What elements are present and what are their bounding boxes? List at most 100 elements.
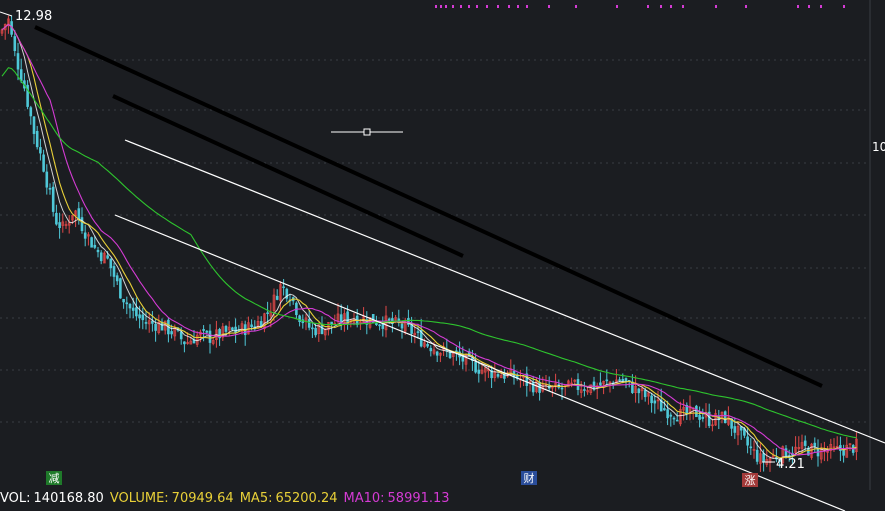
top-signal-dot-11 bbox=[526, 5, 528, 8]
top-signal-dot-8 bbox=[497, 5, 499, 8]
candle-body-41 bbox=[131, 307, 135, 311]
event-marker-label-1: 财 bbox=[524, 471, 535, 485]
candle-body-118 bbox=[378, 324, 381, 327]
candle-body-108 bbox=[346, 311, 349, 324]
candle-body-70 bbox=[224, 326, 228, 332]
candle-body-210 bbox=[672, 417, 676, 420]
candle-body-119 bbox=[381, 324, 385, 329]
candle-body-254 bbox=[813, 442, 817, 447]
candle-body-185 bbox=[592, 381, 596, 390]
candle-body-211 bbox=[675, 419, 679, 422]
price-low-label: 4.21 bbox=[776, 457, 805, 472]
candlestick-chart[interactable]: 12.98 4.21 10 减财涨 bbox=[0, 0, 885, 511]
candle-body-72 bbox=[231, 327, 234, 330]
candle-body-219 bbox=[701, 416, 705, 419]
candle-body-149 bbox=[477, 369, 481, 374]
candle-body-238 bbox=[762, 453, 765, 463]
candle-body-233 bbox=[746, 436, 749, 446]
candle-body-226 bbox=[723, 411, 727, 424]
top-signal-dot-16 bbox=[660, 5, 662, 8]
candle-body-57 bbox=[183, 341, 186, 345]
candle-body-88 bbox=[282, 286, 285, 289]
candle-body-33 bbox=[106, 255, 109, 259]
channel-upper-line bbox=[124, 139, 885, 444]
candle-body-45 bbox=[144, 322, 148, 324]
candle-body-100 bbox=[320, 324, 324, 334]
candle-body-195 bbox=[624, 378, 628, 382]
crosshair-handle bbox=[363, 128, 371, 136]
ma5-value: 65200.24 bbox=[275, 490, 338, 506]
candle-body-16 bbox=[51, 186, 55, 212]
candle-body-217 bbox=[695, 405, 698, 418]
candle-body-204 bbox=[653, 400, 657, 404]
price-high-pointer bbox=[0, 11, 13, 17]
candle-body-34 bbox=[109, 258, 113, 269]
ma10-value: 58991.13 bbox=[387, 490, 450, 506]
candle-body-199 bbox=[637, 388, 641, 394]
vol-value: 140168.80 bbox=[33, 490, 104, 506]
candle-body-197 bbox=[631, 381, 634, 393]
candle-body-5 bbox=[16, 53, 20, 70]
candle-body-44 bbox=[141, 314, 145, 321]
candle-body-234 bbox=[749, 446, 753, 449]
top-signal-dot-5 bbox=[468, 5, 470, 8]
candle-body-26 bbox=[83, 232, 87, 239]
candle-body-11 bbox=[35, 130, 39, 148]
indicator-bar: VOL: 140168.80 VOLUME: 70949.64 MA5: 652… bbox=[0, 485, 885, 511]
ma5-label: MA5: bbox=[239, 490, 273, 506]
candle-body-133 bbox=[426, 343, 429, 347]
candle-body-9 bbox=[29, 107, 33, 117]
top-signal-dot-21 bbox=[797, 5, 799, 8]
candle-body-31 bbox=[99, 252, 103, 262]
candle-body-35 bbox=[112, 266, 116, 277]
top-signal-dot-14 bbox=[616, 5, 618, 8]
candle-body-136 bbox=[435, 351, 439, 356]
candle-body-18 bbox=[58, 222, 61, 229]
candle-body-39 bbox=[125, 302, 129, 305]
top-signal-dot-4 bbox=[460, 5, 462, 8]
top-signal-dot-7 bbox=[486, 5, 488, 8]
candle-body-83 bbox=[266, 312, 269, 315]
candle-body-194 bbox=[621, 378, 625, 382]
trendline-long bbox=[34, 25, 823, 388]
top-signal-dot-23 bbox=[820, 5, 822, 8]
candle-body-17 bbox=[55, 212, 58, 225]
candle-body-125 bbox=[400, 323, 404, 329]
candle-body-193 bbox=[618, 379, 621, 381]
price-high-label: 12.98 bbox=[15, 9, 52, 24]
candle-body-106 bbox=[339, 314, 343, 323]
candle-body-218 bbox=[698, 414, 701, 420]
candle-body-229 bbox=[733, 426, 737, 433]
candle-body-209 bbox=[669, 414, 673, 417]
candle-body-208 bbox=[666, 409, 669, 419]
candle-body-203 bbox=[650, 395, 653, 404]
ma-green-line bbox=[1, 67, 857, 439]
volume-value: 70949.64 bbox=[171, 490, 234, 506]
candle-body-96 bbox=[307, 319, 311, 328]
top-signal-dot-1 bbox=[440, 5, 442, 8]
candle-body-37 bbox=[119, 278, 122, 299]
top-signal-dot-0 bbox=[435, 5, 437, 8]
candle-body-78 bbox=[250, 324, 253, 328]
right-axis-label: 10 bbox=[872, 140, 885, 154]
top-signal-dot-15 bbox=[647, 5, 649, 8]
candle-body-28 bbox=[90, 237, 93, 248]
candle-body-98 bbox=[314, 327, 317, 336]
candle-body-56 bbox=[179, 331, 183, 340]
candle-body-40 bbox=[128, 304, 132, 309]
candle-body-38 bbox=[122, 298, 125, 303]
candle-body-53 bbox=[170, 331, 173, 335]
channel-lower-line bbox=[114, 214, 846, 511]
candle-body-15 bbox=[48, 188, 52, 190]
candle-body-24 bbox=[77, 208, 81, 220]
top-signal-dot-18 bbox=[682, 5, 684, 8]
chart-canvas[interactable]: 12.984.2110减财涨 bbox=[0, 0, 885, 511]
candle-body-97 bbox=[311, 327, 314, 330]
candle-body-29 bbox=[93, 244, 97, 248]
top-signal-dot-19 bbox=[715, 5, 717, 8]
candle-body-47 bbox=[151, 320, 154, 324]
candle-body-10 bbox=[32, 116, 36, 134]
candle-body-63 bbox=[202, 329, 205, 331]
vol-label: VOL: bbox=[0, 490, 31, 506]
top-signal-dot-20 bbox=[745, 5, 747, 8]
